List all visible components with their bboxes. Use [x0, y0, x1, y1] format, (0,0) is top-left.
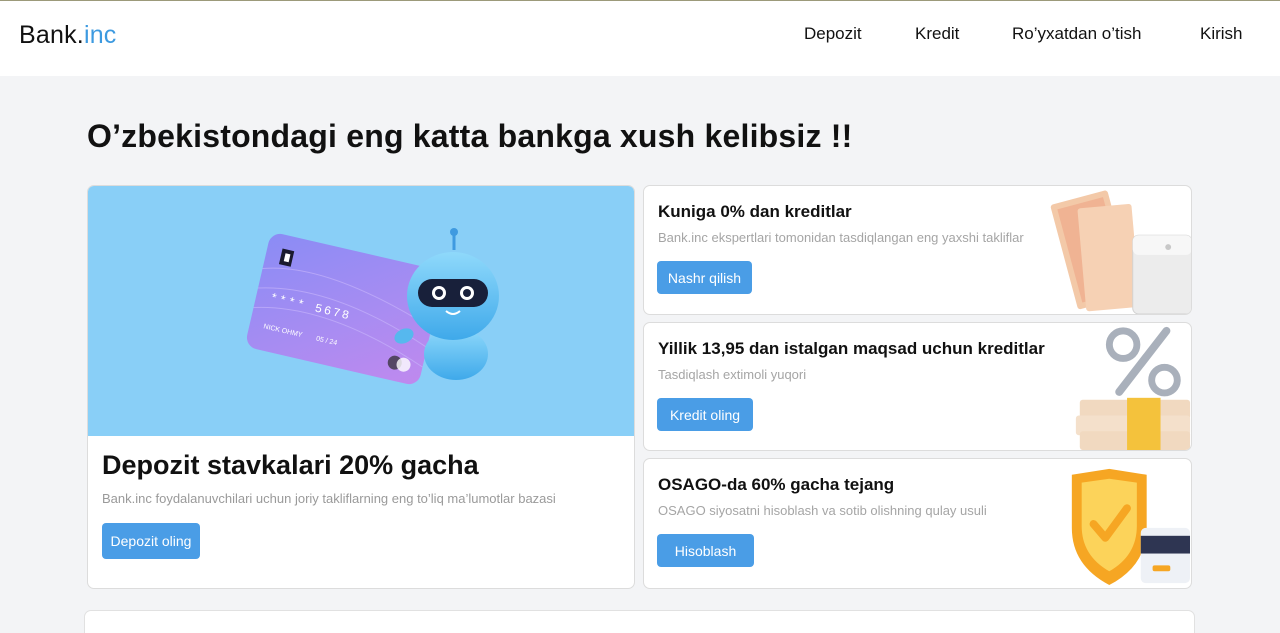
deposit-card: **** 5678 NICK OHMY 05 / 24 Depozit stav… — [87, 185, 635, 589]
logo-text: Bank. — [19, 21, 84, 49]
shield-check-icon — [1071, 468, 1191, 586]
page-headline: O’zbekistondagi eng katta bankga xush ke… — [87, 118, 853, 154]
get-credit-button[interactable]: Kredit oling — [657, 398, 753, 431]
nav-link-register[interactable]: Ro’yxatdan o’tish — [1012, 24, 1141, 44]
offer-card-yearly-credit: Yillik 13,95 dan istalgan maqsad uchun k… — [643, 322, 1192, 451]
calculate-button[interactable]: Hisoblash — [657, 534, 754, 567]
nav-link-kredit[interactable]: Kredit — [915, 24, 959, 44]
offer-subtitle: Tasdiqlash extimoli yuqori — [658, 367, 807, 382]
offer-title: OSAGO-da 60% gacha tejang — [658, 475, 895, 494]
offer-subtitle: Bank.inc ekspertlari tomonidan tasdiqlan… — [658, 230, 1024, 245]
offer-card-osago: OSAGO-da 60% gacha tejang OSAGO siyosatn… — [643, 458, 1192, 589]
offer-title: Yillik 13,95 dan istalgan maqsad uchun k… — [658, 339, 1045, 358]
credit-card-robot-illustration: **** 5678 NICK OHMY 05 / 24 — [246, 228, 499, 385]
deposit-subtitle: Bank.inc foydalanuvchilari uchun joriy t… — [102, 491, 556, 506]
get-deposit-button[interactable]: Depozit oling — [102, 523, 200, 559]
logo-accent-text: inc — [83, 21, 117, 49]
percent-money-illustration — [1075, 326, 1191, 450]
bottom-section-card — [84, 610, 1195, 633]
offer-title: Kuniga 0% dan kreditlar — [658, 202, 852, 221]
deposit-title: Depozit stavkalari 20% gacha — [102, 450, 479, 480]
publish-button[interactable]: Nashr qilish — [657, 261, 752, 294]
offer-card-zero-percent: Kuniga 0% dan kreditlar Bank.inc ekspert… — [643, 185, 1192, 315]
logo[interactable]: Bank.inc — [19, 21, 117, 50]
top-navbar: Bank.inc Depozit Kredit Ro’yxatdan o’tis… — [0, 0, 1280, 76]
nav-link-login[interactable]: Kirish — [1200, 24, 1243, 44]
hero-illustration: **** 5678 NICK OHMY 05 / 24 — [88, 186, 634, 436]
nav-link-depozit[interactable]: Depozit — [804, 24, 862, 44]
money-wallet-illustration — [1050, 190, 1191, 314]
offer-subtitle: OSAGO siyosatni hisoblash va sotib olish… — [658, 503, 987, 518]
